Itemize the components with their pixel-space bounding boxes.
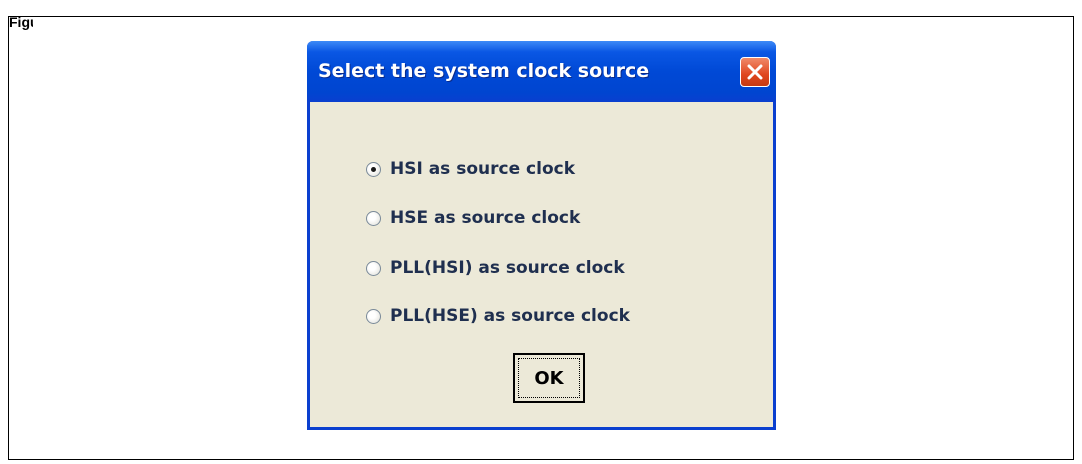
close-button[interactable] (740, 57, 770, 87)
ok-button[interactable]: OK (513, 353, 585, 403)
title-bar[interactable]: Select the system clock source (307, 41, 776, 102)
radio-option-pll-hsi[interactable]: PLL(HSI) as source clock (366, 257, 625, 279)
radio-option-hsi[interactable]: HSI as source clock (366, 158, 575, 180)
ok-button-label: OK (518, 358, 580, 398)
clock-source-dialog: Select the system clock source HSI as so… (307, 41, 776, 430)
radio-button-pll-hsi[interactable] (366, 260, 381, 276)
radio-button-hse[interactable] (366, 210, 381, 226)
radio-button-hsi[interactable] (366, 161, 381, 177)
close-icon (747, 64, 763, 80)
radio-option-pll-hse[interactable]: PLL(HSE) as source clock (366, 305, 630, 327)
radio-label-pll-hse: PLL(HSE) as source clock (390, 306, 630, 326)
radio-button-pll-hse[interactable] (366, 308, 381, 324)
radio-label-hse: HSE as source clock (390, 208, 581, 228)
radio-label-pll-hsi: PLL(HSI) as source clock (390, 258, 625, 278)
figure-frame: Figure Select the system clock source HS… (8, 14, 1074, 460)
dialog-body: HSI as source clock HSE as source clock … (310, 102, 773, 427)
radio-label-hsi: HSI as source clock (390, 159, 575, 179)
dialog-title: Select the system clock source (318, 60, 650, 82)
radio-option-hse[interactable]: HSE as source clock (366, 207, 580, 229)
figure-label: Figure (9, 14, 33, 30)
